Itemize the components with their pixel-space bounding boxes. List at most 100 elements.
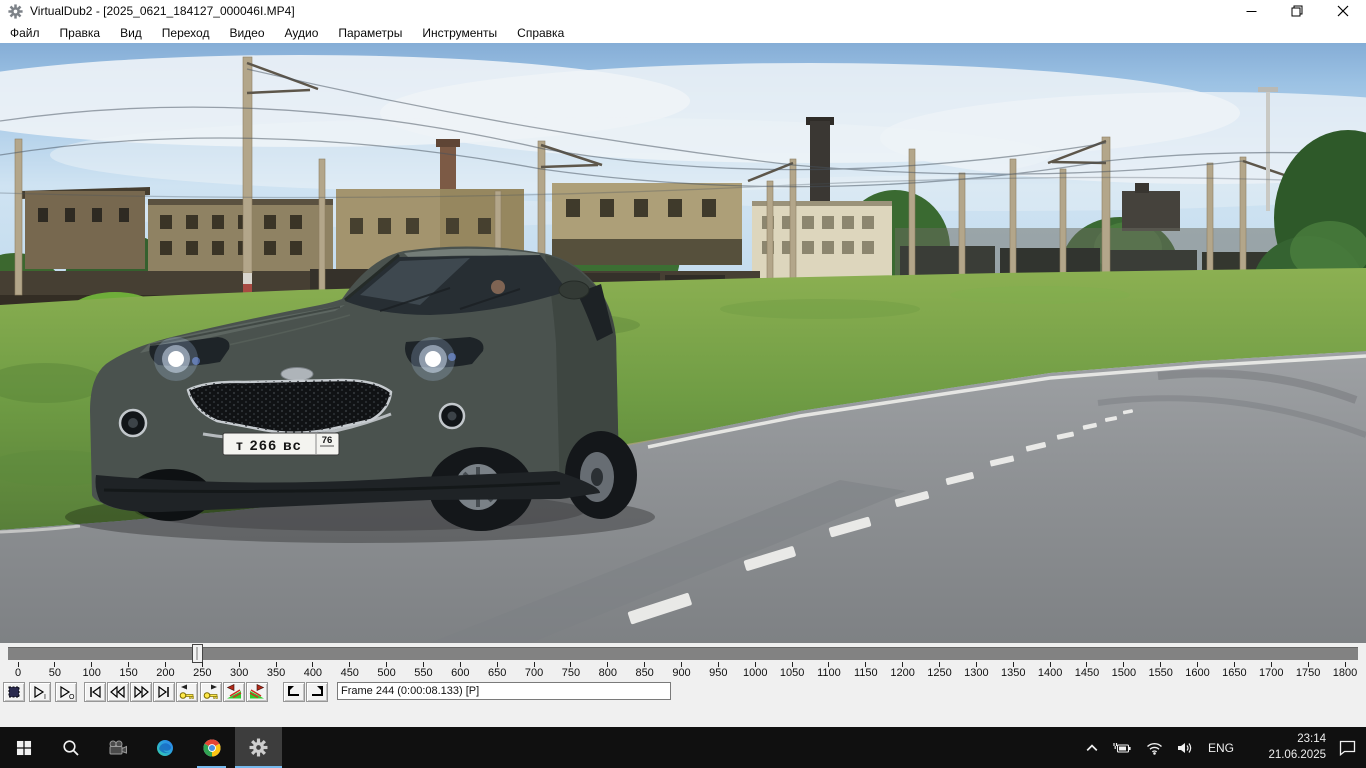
timeline-tick-label: 450 xyxy=(341,667,359,679)
mark-in-icon xyxy=(284,683,304,701)
menu-file[interactable]: Файл xyxy=(0,24,50,42)
svg-text:I: I xyxy=(44,694,46,701)
timeline-tick-label: 1000 xyxy=(743,667,767,679)
wifi-indicator[interactable] xyxy=(1146,741,1163,755)
edge-icon xyxy=(156,739,174,757)
timeline-tick-label: 1800 xyxy=(1333,667,1357,679)
hidden-icons-chevron[interactable] xyxy=(1086,742,1098,754)
go-to-end-button[interactable] xyxy=(153,682,175,702)
go-to-start-button[interactable] xyxy=(84,682,106,702)
transport-controls: I O F xyxy=(0,682,1366,705)
timeline-tick-label: 100 xyxy=(83,667,101,679)
menu-tools[interactable]: Инструменты xyxy=(412,24,507,42)
speaker-icon xyxy=(1177,741,1193,755)
close-icon xyxy=(1337,5,1349,17)
mark-in-button[interactable] xyxy=(283,682,305,702)
timeline-tick-label: 600 xyxy=(451,667,469,679)
chrome-button[interactable] xyxy=(188,727,235,768)
timeline-tick-label: 1650 xyxy=(1222,667,1246,679)
timeline-tick-label: 1400 xyxy=(1038,667,1062,679)
play-input-button[interactable]: I xyxy=(29,682,51,702)
menu-view[interactable]: Вид xyxy=(110,24,152,42)
license-plate: т 266 вс 76 xyxy=(223,433,339,455)
window-title: VirtualDub2 - [2025_0621_184127_000046I.… xyxy=(30,4,295,18)
timeline-tick-label: 1600 xyxy=(1185,667,1209,679)
play-output-icon: O xyxy=(56,683,76,701)
timeline-tick-label: 1500 xyxy=(1112,667,1136,679)
timeline-tick-label: 750 xyxy=(562,667,580,679)
window-controls xyxy=(1228,0,1366,22)
menu-help[interactable]: Справка xyxy=(507,24,574,42)
volume-indicator[interactable] xyxy=(1177,741,1193,755)
play-output-button[interactable]: O xyxy=(55,682,77,702)
timeline-tick-label: 1050 xyxy=(780,667,804,679)
play-input-icon: I xyxy=(30,683,50,701)
timeline-tick-label: 1450 xyxy=(1075,667,1099,679)
taskbar: ENG 23:14 21.06.2025 xyxy=(0,727,1366,768)
restore-button[interactable] xyxy=(1274,0,1320,22)
timeline-tick-label: 1100 xyxy=(817,667,841,679)
clock-date: 21.06.2025 xyxy=(1242,748,1326,764)
action-center-button[interactable] xyxy=(1339,740,1356,756)
frame-status: Frame 244 (0:00:08.133) [P] xyxy=(337,682,671,700)
menu-audio[interactable]: Аудио xyxy=(275,24,329,42)
previous-keyframe-button[interactable] xyxy=(176,682,198,702)
screen: VirtualDub2 - [2025_0621_184127_000046I.… xyxy=(0,0,1366,768)
system-tray: ENG 23:14 21.06.2025 xyxy=(1079,727,1366,768)
timeline-tick-label: 1750 xyxy=(1296,667,1320,679)
start-button[interactable] xyxy=(0,727,47,768)
film-camera-icon xyxy=(108,740,128,756)
timeline-panel: 0501001502002503003504004505005506006507… xyxy=(0,643,1366,682)
kia-badge xyxy=(281,368,313,381)
next-scene-button[interactable] xyxy=(246,682,268,702)
go-to-end-icon xyxy=(154,683,174,701)
minimize-icon xyxy=(1246,6,1257,17)
timeline-tick-label: 1200 xyxy=(890,667,914,679)
floodlight-mast xyxy=(1266,89,1270,211)
clock[interactable]: 23:14 21.06.2025 xyxy=(1242,732,1326,763)
menu-edit[interactable]: Правка xyxy=(50,24,111,42)
step-back-button[interactable] xyxy=(107,682,129,702)
stop-icon xyxy=(4,683,24,701)
timeline-ruler: 0501001502002503003504004505005506006507… xyxy=(0,643,1366,682)
windows-logo-icon xyxy=(16,740,32,756)
timeline-tick-label: 850 xyxy=(635,667,653,679)
timeline-tick-label: 1250 xyxy=(927,667,951,679)
menu-go[interactable]: Переход xyxy=(152,24,220,42)
next-keyframe-button[interactable] xyxy=(200,682,222,702)
battery-indicator[interactable] xyxy=(1112,741,1132,755)
search-button[interactable] xyxy=(47,727,94,768)
svg-text:O: O xyxy=(69,694,75,701)
language-indicator[interactable]: ENG xyxy=(1208,741,1234,755)
previous-scene-button[interactable] xyxy=(223,682,245,702)
step-forward-button[interactable] xyxy=(130,682,152,702)
virtualdub-taskbar-button[interactable] xyxy=(235,727,282,768)
menu-video[interactable]: Видео xyxy=(219,24,274,42)
edge-button[interactable] xyxy=(141,727,188,768)
plate-region: 76 xyxy=(322,435,333,446)
mark-out-button[interactable] xyxy=(306,682,328,702)
battery-charging-icon xyxy=(1112,741,1132,755)
timeline-tick-label: 50 xyxy=(49,667,61,679)
menu-options[interactable]: Параметры xyxy=(328,24,412,42)
stop-button[interactable] xyxy=(3,682,25,702)
media-player-button[interactable] xyxy=(94,727,141,768)
close-button[interactable] xyxy=(1320,0,1366,22)
menu-bar: Файл Правка Вид Переход Видео Аудио Пара… xyxy=(0,22,1366,43)
notification-icon xyxy=(1339,740,1356,756)
timeline-tick-label: 1350 xyxy=(1001,667,1025,679)
next-scene-icon xyxy=(247,683,267,701)
timeline-tick-label: 200 xyxy=(156,667,174,679)
virtualdub-app-icon xyxy=(7,3,23,19)
video-frame: т 266 вс 76 xyxy=(0,43,1366,643)
timeline-tick-label: 350 xyxy=(267,667,285,679)
timeline-tick-label: 0 xyxy=(15,667,21,679)
chevron-up-icon xyxy=(1086,742,1098,754)
timeline-tick-label: 1150 xyxy=(854,667,878,679)
timeline-tick-label: 400 xyxy=(304,667,322,679)
timeline-tick-label: 700 xyxy=(525,667,543,679)
timeline-tick-label: 1300 xyxy=(964,667,988,679)
minimize-button[interactable] xyxy=(1228,0,1274,22)
timeline-tick-label: 950 xyxy=(709,667,727,679)
previous-scene-icon xyxy=(224,683,244,701)
